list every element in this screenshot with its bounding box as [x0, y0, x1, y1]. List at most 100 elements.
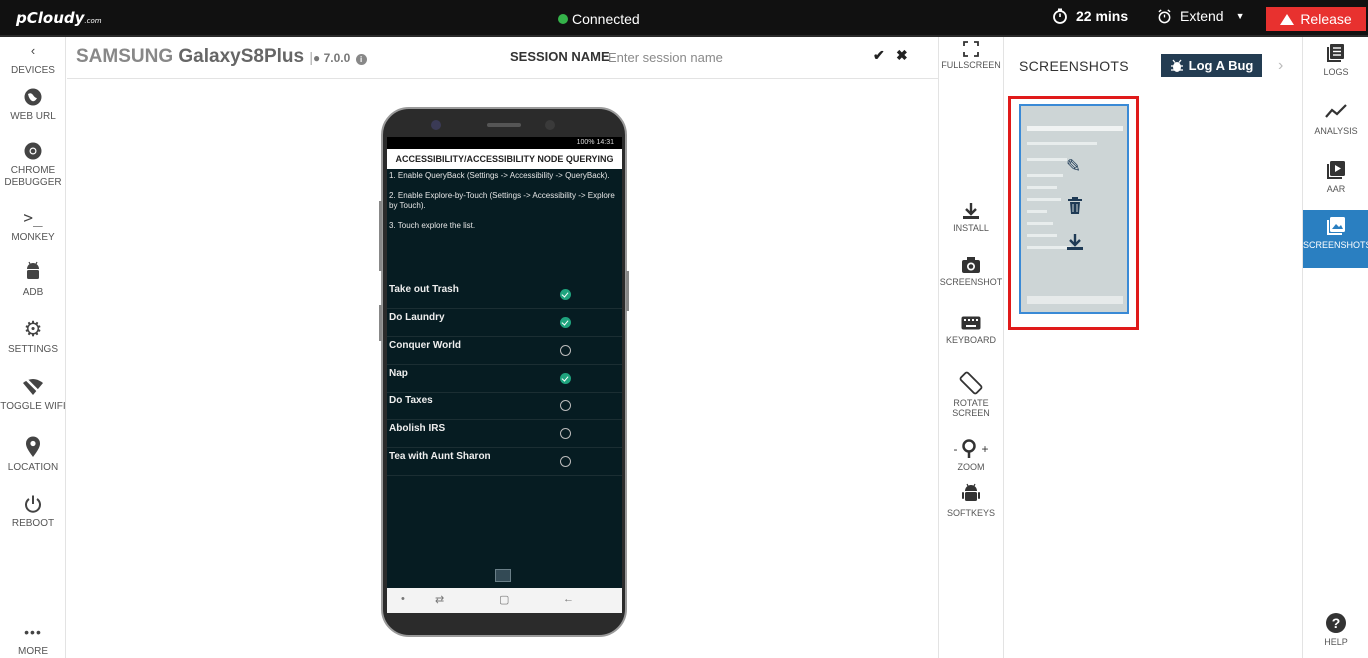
task-row[interactable]: Conquer World — [387, 337, 622, 365]
more-dots-icon: ••• — [24, 624, 42, 640]
image-icon — [1327, 217, 1345, 235]
session-name-input[interactable] — [608, 45, 848, 69]
sidebar-item-analysis[interactable]: ANALYSIS — [1303, 96, 1368, 154]
chrome-icon — [24, 142, 42, 160]
task-row[interactable]: Do Taxes — [387, 392, 622, 420]
sidebar-item-label: ANALYSIS — [1314, 126, 1358, 136]
install-button[interactable]: INSTALL — [939, 202, 1003, 233]
video-icon — [1327, 161, 1345, 179]
home-icon[interactable]: ▢ — [499, 593, 509, 606]
keyboard-icon — [961, 316, 981, 330]
keyboard-button[interactable]: KEYBOARD — [939, 316, 1003, 345]
info-icon[interactable]: i — [355, 54, 367, 65]
sidebar-item-web-url[interactable]: WEB URL — [0, 87, 66, 123]
fullscreen-button[interactable]: FULLSCREEN — [939, 41, 1003, 70]
sidebar-item-label: MONKEY — [11, 232, 55, 243]
sidebar-item-label: HELP — [1324, 637, 1348, 647]
sidebar-item-screenshots[interactable]: SCREENSHOTS — [1303, 210, 1368, 268]
softkeys-button[interactable]: SOFTKEYS — [939, 483, 1003, 518]
sidebar-item-help[interactable]: ? HELP — [1303, 607, 1368, 658]
instruction-2: 2. Enable Explore-by-Touch (Settings -> … — [389, 191, 615, 210]
sidebar-item-devices[interactable]: ‹ DEVICES — [0, 41, 66, 77]
task-label: Abolish IRS — [389, 423, 446, 434]
rotate-screen-button[interactable]: ROTATE SCREEN — [939, 370, 1003, 418]
release-button[interactable]: Release — [1266, 7, 1366, 31]
device-tools-column: FULLSCREEN INSTALL SCREENSHOT KEYBOARD R… — [938, 37, 1004, 658]
nav-dot-icon[interactable]: • — [401, 593, 405, 605]
sidebar-item-location[interactable]: LOCATION — [0, 436, 66, 474]
back-icon[interactable]: ← — [563, 593, 574, 605]
app-title-bar: ACCESSIBILITY/ACCESSIBILITY NODE QUERYIN… — [387, 149, 622, 169]
task-row[interactable]: Nap — [387, 365, 622, 393]
right-sidebar: LOGS ANALYSIS AAR SCREENSHOTS ? HELP — [1302, 37, 1368, 658]
alarm-clock-icon — [1158, 8, 1171, 23]
unchecked-circle-icon[interactable] — [560, 456, 571, 467]
unchecked-circle-icon[interactable] — [560, 345, 571, 356]
pcloudy-logo[interactable]: pCloudy.com — [16, 9, 102, 27]
task-row[interactable]: Abolish IRS — [387, 420, 622, 448]
sidebar-item-label: SETTINGS — [7, 344, 58, 355]
wifi-off-icon — [23, 377, 43, 395]
android-icon — [27, 261, 39, 279]
device-header: SAMSUNG GalaxyS8Plus | ● 7.0.0 i SESSION… — [67, 37, 938, 79]
left-sidebar: ‹ DEVICES WEB URL CHROME DEBUGGER >_ MON… — [0, 37, 66, 658]
sidebar-item-aar[interactable]: AAR — [1303, 154, 1368, 212]
zoom-out-icon[interactable]: - — [953, 442, 957, 456]
sidebar-item-adb[interactable]: ADB — [0, 261, 66, 299]
extend-dropdown[interactable]: Extend ▼ — [1157, 8, 1245, 24]
zoom-in-icon[interactable]: + — [981, 442, 988, 456]
task-row[interactable]: Tea with Aunt Sharon — [387, 448, 622, 476]
app-shortcut-icon[interactable] — [495, 569, 511, 582]
help-icon: ? — [1326, 613, 1346, 633]
device-screen[interactable]: 100% 14:31 ACCESSIBILITY/ACCESSIBILITY N… — [387, 137, 622, 613]
task-label: Do Laundry — [389, 312, 445, 323]
sidebar-item-monkey[interactable]: >_ MONKEY — [0, 208, 66, 244]
terminal-icon: >_ — [23, 208, 43, 227]
sidebar-item-more[interactable]: ••• MORE — [0, 622, 66, 658]
pcloudy-session-page: pCloudy.com Connected 22 mins Extend ▼ R… — [0, 0, 1368, 658]
sidebar-item-settings[interactable]: ⚙ SETTINGS — [0, 319, 66, 356]
sidebar-item-label: DEVICES — [11, 65, 55, 76]
checked-circle-icon[interactable] — [560, 373, 571, 384]
chevron-right-icon[interactable]: › — [1278, 57, 1283, 75]
sidebar-item-label: LOCATION — [7, 462, 59, 473]
checked-circle-icon[interactable] — [560, 317, 571, 328]
bixby-button — [379, 305, 382, 341]
task-label: Take out Trash — [389, 284, 459, 295]
checked-circle-icon[interactable] — [560, 289, 571, 300]
chevron-left-icon: ‹ — [30, 43, 36, 58]
task-label: Nap — [389, 368, 408, 379]
close-icon[interactable]: ✖ — [896, 47, 908, 64]
unchecked-circle-icon[interactable] — [560, 428, 571, 439]
fullscreen-label: FULLSCREEN — [941, 60, 1001, 70]
instruction-1: 1. Enable QueryBack (Settings -> Accessi… — [389, 171, 610, 180]
checkmark-icon[interactable]: ✔ — [873, 47, 885, 64]
recents-icon[interactable]: ⇄ — [435, 593, 444, 606]
os-version-label: 7.0.0 — [323, 51, 351, 65]
edit-pencil-icon[interactable]: ✎ — [1066, 156, 1081, 177]
sidebar-item-label: REBOOT — [11, 518, 55, 529]
sidebar-item-toggle-wifi[interactable]: TOGGLE WIFI — [0, 377, 66, 413]
magnifier-icon — [962, 439, 977, 458]
sidebar-item-label: AAR — [1326, 184, 1346, 194]
screenshot-thumbnail[interactable]: ✎ — [1019, 104, 1129, 314]
os-version: ● 7.0.0 i — [313, 51, 367, 65]
instructions: 1. Enable QueryBack (Settings -> Accessi… — [387, 169, 622, 231]
sidebar-item-reboot[interactable]: REBOOT — [0, 494, 66, 530]
sidebar-item-chrome-debugger[interactable]: CHROME DEBUGGER — [0, 141, 66, 189]
sidebar-item-logs[interactable]: LOGS — [1303, 37, 1368, 95]
android-icon: ● — [313, 51, 321, 65]
log-a-bug-button[interactable]: Log A Bug — [1161, 54, 1262, 77]
unchecked-circle-icon[interactable] — [560, 400, 571, 411]
task-row[interactable]: Do Laundry — [387, 309, 622, 337]
sidebar-item-label: TOGGLE WIFI — [0, 401, 66, 412]
task-row[interactable]: Take out Trash — [387, 281, 622, 309]
rotate-screen-icon — [959, 371, 983, 395]
screenshot-button[interactable]: SCREENSHOT — [939, 256, 1003, 287]
trash-icon[interactable] — [1067, 197, 1083, 215]
download-icon[interactable] — [1066, 233, 1084, 251]
sidebar-item-label: WEB URL — [10, 111, 56, 122]
sidebar-item-label: MORE — [18, 646, 48, 657]
extend-label: Extend — [1180, 8, 1224, 24]
zoom-control[interactable]: - + ZOOM — [939, 438, 1003, 472]
